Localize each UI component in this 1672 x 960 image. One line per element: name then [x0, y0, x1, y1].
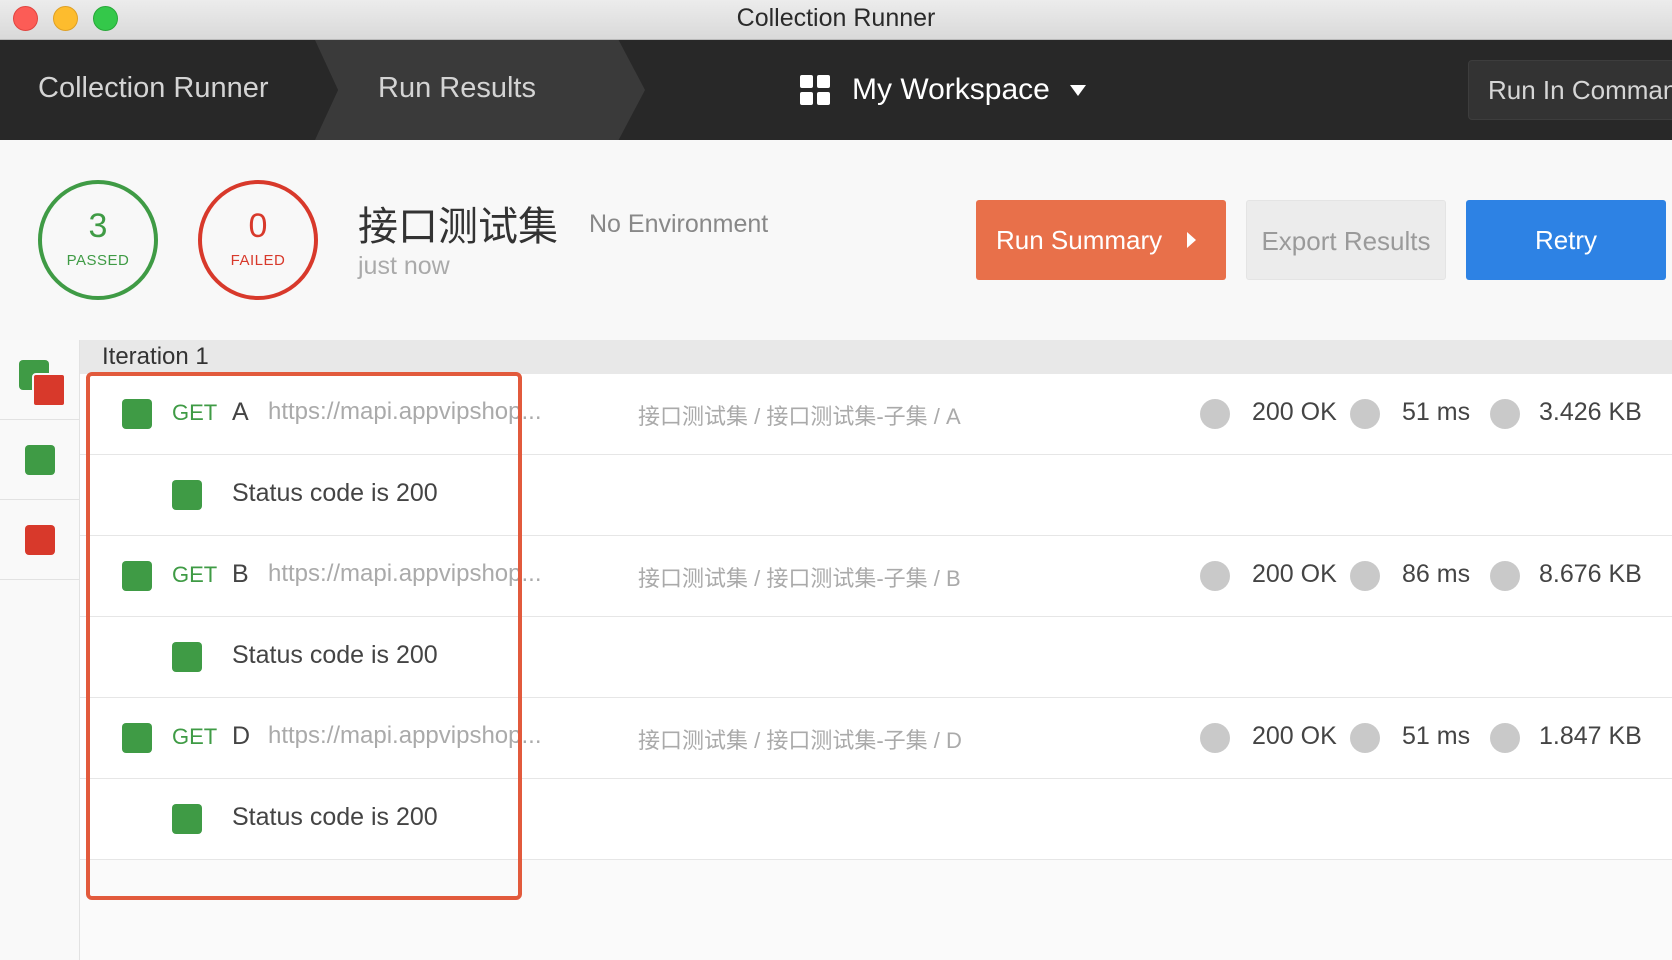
chevron-down-icon — [1069, 84, 1086, 96]
collection-name: 接口测试集 — [358, 204, 558, 250]
status-dot-icon — [1200, 561, 1230, 591]
pass-filter-icon — [25, 445, 55, 475]
environment-label: No Environment — [589, 210, 769, 238]
time-dot-icon — [1350, 399, 1380, 429]
result-filter-column — [0, 340, 80, 960]
request-row[interactable]: GET B https://mapi.appvipshop... 接口测试集 /… — [80, 536, 1672, 617]
size-dot-icon — [1490, 561, 1520, 591]
test-name: Status code is 200 — [232, 641, 438, 669]
request-name: B — [232, 560, 249, 588]
breadcrumb-collection-runner-label[interactable]: Collection Runner — [38, 72, 269, 105]
test-row: Status code is 200 — [80, 617, 1672, 698]
results-list: GET A https://mapi.appvipshop... 接口测试集 /… — [80, 374, 1672, 860]
run-summary-button[interactable]: Run Summary — [976, 200, 1226, 280]
passed-count-badge: 3 PASSED — [38, 180, 158, 300]
request-row[interactable]: GET D https://mapi.appvipshop... 接口测试集 /… — [80, 698, 1672, 779]
request-url: https://mapi.appvipshop... — [268, 722, 542, 749]
status-dot-icon — [1200, 723, 1230, 753]
breadcrumb-run-results-label[interactable]: Run Results — [378, 72, 536, 105]
response-status: 200 OK — [1252, 398, 1337, 426]
size-dot-icon — [1490, 723, 1520, 753]
test-row: Status code is 200 — [80, 455, 1672, 536]
time-dot-icon — [1350, 561, 1380, 591]
pass-status-icon — [122, 723, 152, 753]
nav-bar: Collection Runner Run Results My Workspa… — [0, 40, 1672, 140]
filter-passed[interactable] — [0, 420, 80, 500]
window-title: Collection Runner — [736, 4, 936, 32]
pass-status-icon — [172, 804, 202, 834]
status-dot-icon — [1200, 399, 1230, 429]
pass-status-icon — [122, 399, 152, 429]
failed-count: 0 — [248, 207, 268, 245]
filter-all[interactable] — [0, 340, 80, 420]
passed-count: 3 — [88, 207, 108, 245]
test-name: Status code is 200 — [232, 479, 438, 507]
pass-status-icon — [172, 480, 202, 510]
iteration-header: Iteration 1 — [80, 340, 1672, 374]
request-name: A — [232, 398, 249, 426]
pass-status-icon — [172, 642, 202, 672]
filter-failed[interactable] — [0, 500, 80, 580]
response-size: 3.426 KB — [1539, 398, 1642, 426]
fail-filter-icon — [32, 373, 66, 407]
title-bar: Collection Runner — [0, 0, 1672, 40]
pass-status-icon — [122, 561, 152, 591]
play-icon — [1187, 232, 1196, 248]
run-timestamp: just now — [358, 252, 450, 280]
request-url: https://mapi.appvipshop... — [268, 560, 542, 587]
passed-label: PASSED — [66, 252, 130, 269]
export-results-button[interactable]: Export Results — [1246, 200, 1446, 280]
workspace-label: My Workspace — [852, 73, 1050, 106]
retry-button[interactable]: Retry — [1466, 200, 1666, 280]
response-status: 200 OK — [1252, 560, 1337, 588]
response-time: 86 ms — [1402, 560, 1471, 588]
request-path: 接口测试集 / 接口测试集-子集 / A — [638, 404, 961, 429]
request-method: GET — [172, 400, 218, 425]
workspace-switcher[interactable]: My Workspace — [800, 68, 1086, 112]
request-url: https://mapi.appvipshop... — [268, 398, 542, 425]
request-method: GET — [172, 562, 218, 587]
test-row: Status code is 200 — [80, 779, 1672, 860]
request-method: GET — [172, 724, 218, 749]
response-time: 51 ms — [1402, 722, 1471, 750]
collection-runner-window: Collection Runner Collection Runner Run … — [0, 0, 1672, 960]
request-path: 接口测试集 / 接口测试集-子集 / B — [638, 566, 961, 591]
request-row[interactable]: GET A https://mapi.appvipshop... 接口测试集 /… — [80, 374, 1672, 455]
fail-filter-icon — [25, 525, 55, 555]
test-name: Status code is 200 — [232, 803, 438, 831]
failed-count-badge: 0 FAILED — [198, 180, 318, 300]
response-size: 1.847 KB — [1539, 722, 1642, 750]
size-dot-icon — [1490, 399, 1520, 429]
request-path: 接口测试集 / 接口测试集-子集 / D — [638, 728, 962, 753]
response-time: 51 ms — [1402, 398, 1471, 426]
failed-label: FAILED — [230, 252, 286, 269]
request-name: D — [232, 722, 251, 750]
workspace-grid-icon — [800, 75, 830, 105]
time-dot-icon — [1350, 723, 1380, 753]
response-status: 200 OK — [1252, 722, 1337, 750]
run-summary-label: Run Summary — [996, 225, 1163, 255]
run-in-command-line-button[interactable]: Run In Command Line — [1468, 60, 1672, 120]
run-summary-header: 3 PASSED 0 FAILED 接口测试集 No Environment j… — [0, 140, 1672, 340]
response-size: 8.676 KB — [1539, 560, 1642, 588]
